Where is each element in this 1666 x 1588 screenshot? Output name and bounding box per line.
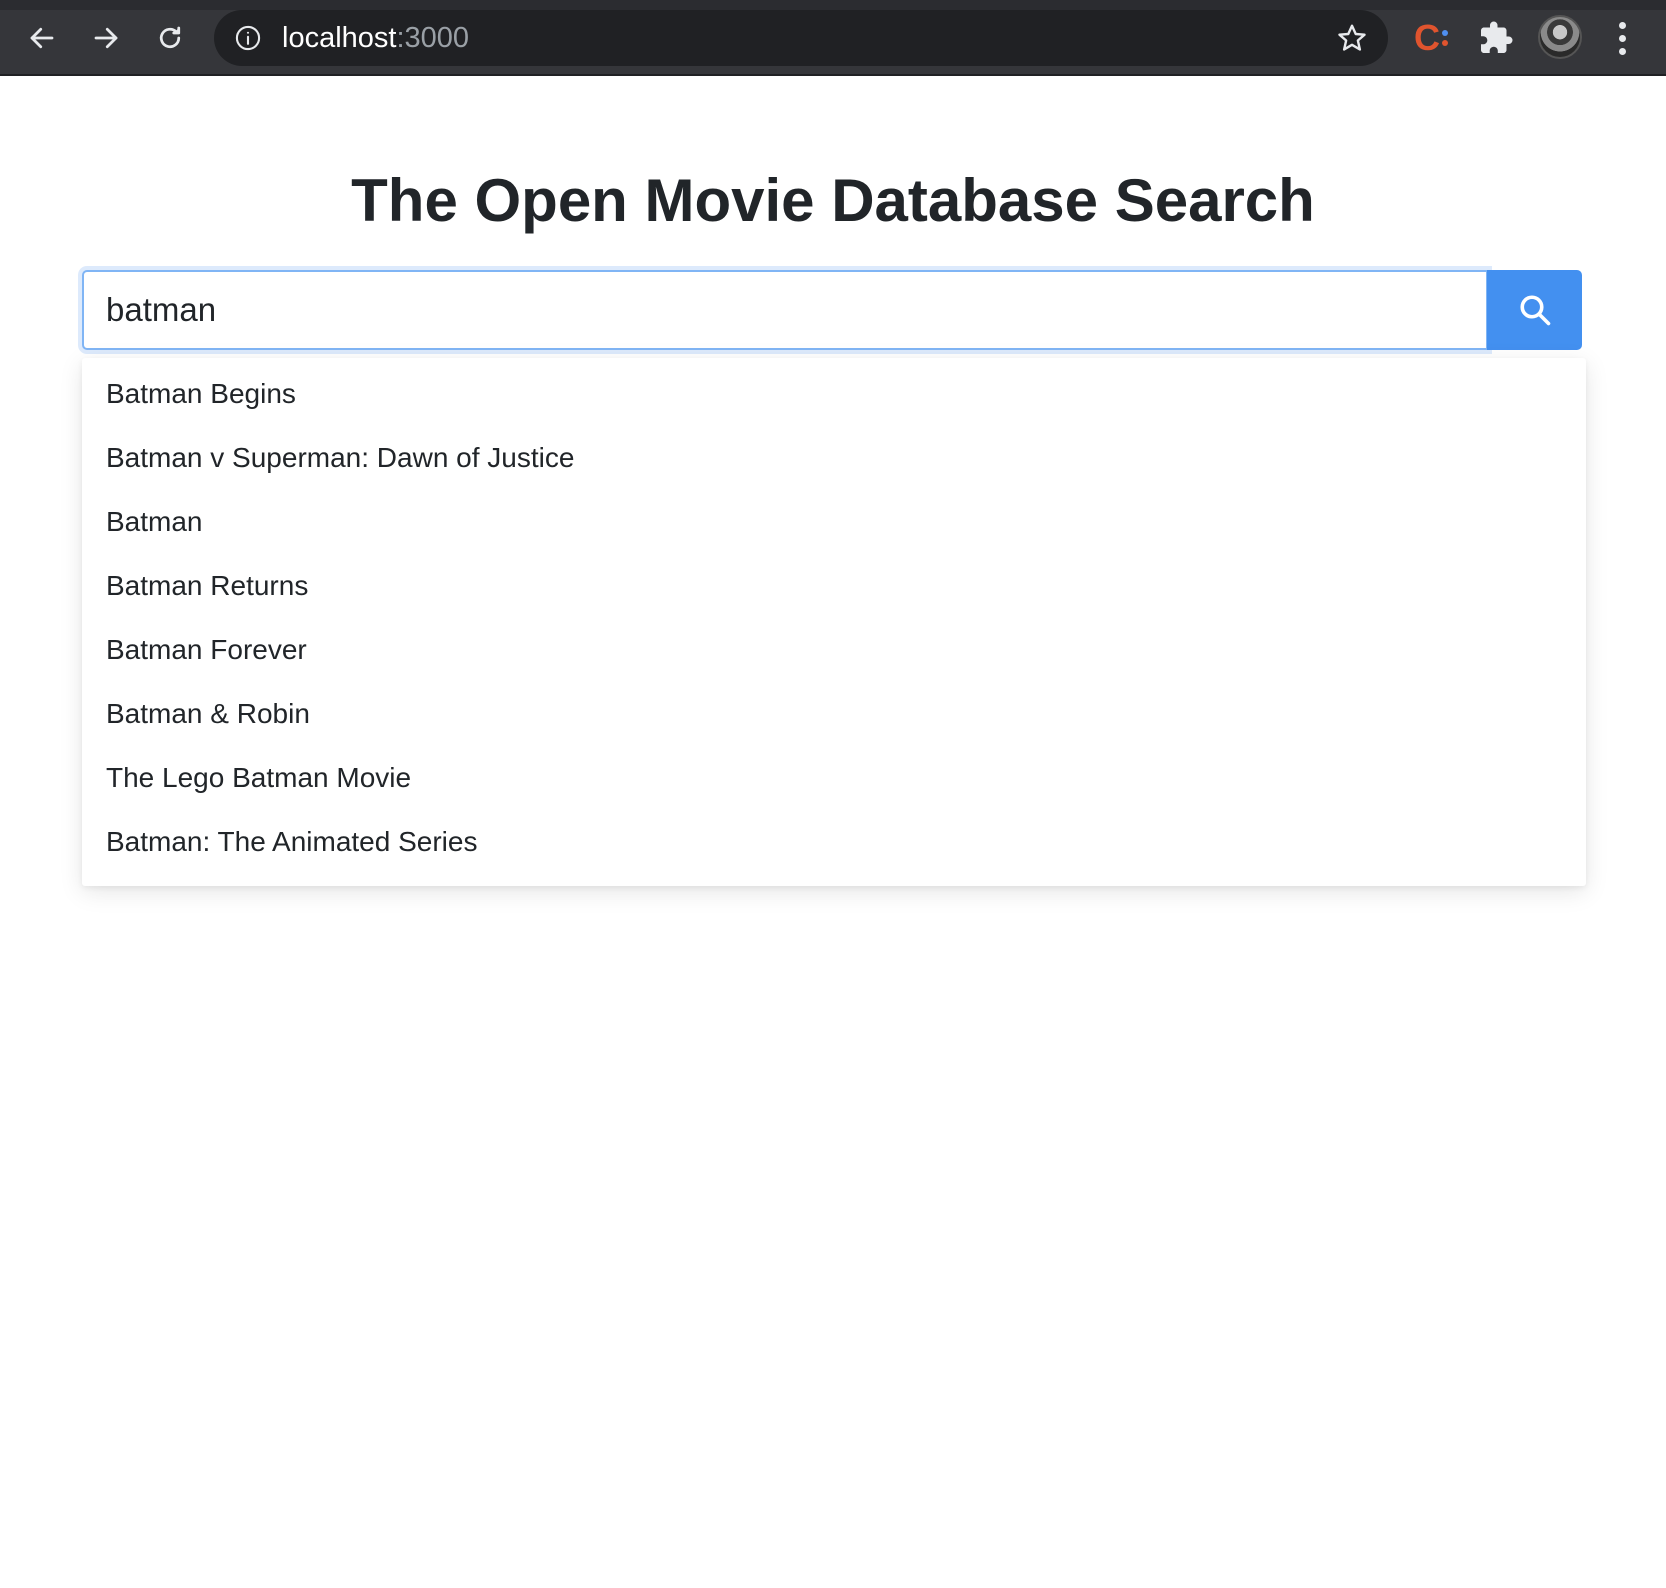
back-button[interactable] <box>18 18 66 58</box>
suggestion-item[interactable]: Batman Returns <box>82 554 1586 618</box>
extensions-puzzle-icon[interactable] <box>1478 20 1514 56</box>
address-bar[interactable]: localhost:3000 <box>214 10 1388 66</box>
reload-icon <box>159 26 181 49</box>
suggestion-item[interactable]: Batman: The Animated Series <box>82 810 1586 874</box>
suggestion-item[interactable]: Batman Begins <box>82 362 1586 426</box>
reload-button[interactable] <box>146 18 194 58</box>
extension-dots <box>1442 30 1448 46</box>
url-host: localhost <box>282 22 397 54</box>
profile-avatar[interactable] <box>1538 15 1582 59</box>
suggestion-item[interactable]: Batman & Robin <box>82 682 1586 746</box>
page-title: The Open Movie Database Search <box>351 167 1315 234</box>
forward-arrow-icon <box>94 27 118 49</box>
url-port: :3000 <box>396 22 470 54</box>
extension-c-icon[interactable]: C <box>1414 18 1452 58</box>
forward-button[interactable] <box>82 18 130 58</box>
suggestion-item[interactable]: The Lego Batman Movie <box>82 746 1586 810</box>
bookmark-star-icon[interactable] <box>1336 22 1368 54</box>
suggestions-dropdown: Batman Begins Batman v Superman: Dawn of… <box>82 358 1586 886</box>
suggestion-item[interactable]: Batman v Superman: Dawn of Justice <box>82 426 1586 490</box>
info-icon[interactable] <box>234 24 262 52</box>
back-arrow-icon <box>30 27 54 49</box>
tab-strip-edge <box>0 0 1666 10</box>
extension-c-glyph: C <box>1414 17 1440 58</box>
browser-toolbar: localhost:3000 C <box>0 0 1666 76</box>
url-text[interactable]: localhost:3000 <box>282 22 470 54</box>
search-button[interactable] <box>1487 270 1582 350</box>
search-input[interactable] <box>82 270 1488 350</box>
suggestion-item[interactable]: Batman Forever <box>82 618 1586 682</box>
suggestion-item[interactable]: Batman <box>82 490 1586 554</box>
search-icon <box>1519 295 1550 326</box>
search-group <box>82 270 1582 350</box>
kebab-menu-icon[interactable] <box>1604 20 1640 56</box>
